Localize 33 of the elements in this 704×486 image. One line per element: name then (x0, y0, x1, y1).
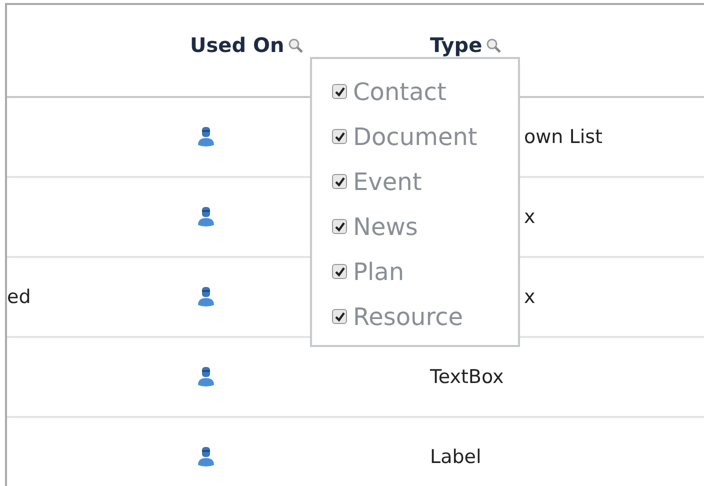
table-cell: x (524, 206, 536, 228)
table-cell: TextBox (430, 366, 504, 388)
checkbox[interactable] (332, 219, 347, 234)
filter-option[interactable]: Contact (332, 69, 518, 114)
table-cell: ed (7, 286, 31, 308)
checkmark-icon (334, 132, 344, 142)
checkbox[interactable] (332, 129, 347, 144)
person-icon (198, 287, 214, 307)
checkbox[interactable] (332, 174, 347, 189)
table-cell: x (524, 286, 536, 308)
search-icon[interactable] (486, 38, 502, 52)
filter-option[interactable]: Plan (332, 249, 518, 294)
search-icon[interactable] (288, 38, 304, 52)
filter-option[interactable]: Event (332, 159, 518, 204)
person-icon (198, 207, 214, 227)
checkmark-icon (334, 176, 344, 186)
checkbox[interactable] (332, 264, 347, 279)
filter-option[interactable]: Resource (332, 294, 518, 339)
person-icon (198, 367, 214, 387)
checkmark-icon (334, 86, 344, 96)
checkmark-icon (334, 222, 344, 232)
checkbox[interactable] (332, 84, 347, 99)
filter-option[interactable]: Document (332, 114, 518, 159)
checkmark-icon (334, 266, 344, 276)
column-header[interactable]: Used On (190, 33, 284, 57)
filter-option[interactable]: News (332, 204, 518, 249)
person-icon (198, 127, 214, 147)
table-cell: Label (430, 446, 482, 468)
person-icon (198, 447, 214, 467)
checkbox[interactable] (332, 309, 347, 324)
column-header[interactable]: Type (430, 33, 482, 57)
checkmark-icon (334, 312, 344, 322)
table-cell: own List (524, 126, 602, 148)
